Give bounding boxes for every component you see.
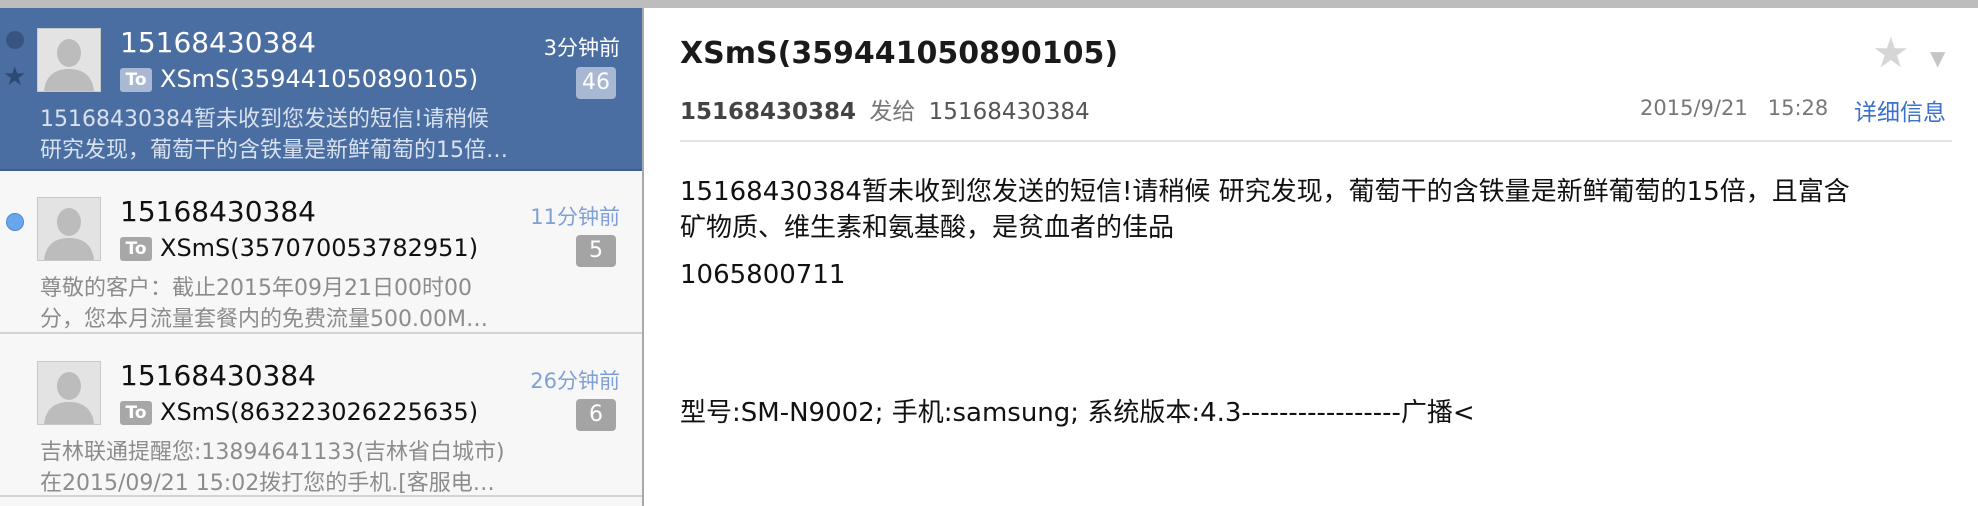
to-badge: To: [120, 237, 152, 261]
message-list-item[interactable]: 15168430384 11分钟前 To XSmS(35707005378295…: [0, 171, 642, 334]
message-timestamp: 2015/9/21 15:28: [1640, 96, 1828, 120]
header-divider: [680, 140, 1952, 142]
recipient-name: XSmS(863223026225635): [160, 398, 479, 426]
message-body-line: 矿物质、维生素和氨基酸，是贫血者的佳品: [680, 213, 1175, 243]
to-address: 15168430384: [928, 99, 1090, 125]
details-link[interactable]: 详细信息: [1854, 93, 1946, 127]
avatar: [37, 361, 101, 425]
message-subject: XSmS(359441050890105): [680, 36, 1119, 71]
message-time: 26分钟前: [530, 369, 620, 393]
message-time: 11分钟前: [530, 205, 620, 229]
message-list-item[interactable]: 15168430384 26分钟前 To XSmS(86322302622563…: [0, 334, 642, 497]
message-count-badge: 5: [576, 235, 616, 267]
message-body-line: 15168430384暂未收到您发送的短信!请稍候 研究发现，葡萄干的含铁量是新…: [680, 177, 1850, 207]
person-avatar-icon: [38, 198, 100, 260]
person-avatar-icon: [38, 362, 100, 424]
window-top-border: [0, 0, 1978, 8]
sender-name: 15168430384: [120, 359, 316, 392]
sender-name: 15168430384: [120, 26, 316, 59]
message-time: 3分钟前: [543, 36, 620, 60]
person-avatar-icon: [38, 29, 100, 91]
sender-name: 15168430384: [120, 195, 316, 228]
preview-line: 吉林联通提醒您:13894641133(吉林省白城市): [40, 440, 505, 465]
preview-line: 在2015/09/21 15:02拨打您的手机.[客服电…: [40, 471, 495, 496]
read-status-dot-icon: [6, 31, 24, 49]
preview-line: 研究发现，葡萄干的含铁量是新鲜葡萄的15倍…: [40, 138, 508, 163]
message-addresses: 15168430384 发给 15168430384: [680, 92, 1090, 126]
message-body-line: 型号:SM-N9002; 手机:samsung; 系统版本:4.3-------…: [680, 398, 1475, 428]
preview-line: 尊敬的客户：截止2015年09月21日00时00: [40, 276, 472, 301]
recipient-name: XSmS(357070053782951): [160, 234, 479, 262]
message-body-line: 1065800711: [680, 260, 846, 290]
message-list[interactable]: ★ 15168430384 3分钟前 To XSmS(3594410508901…: [0, 8, 644, 506]
preview-line: 15168430384暂未收到您发送的短信!请稍候: [40, 107, 489, 132]
sent-to-label: 发给: [869, 99, 916, 125]
to-badge: To: [120, 68, 152, 92]
preview-line: 分，您本月流量套餐内的免费流量500.00M…: [40, 307, 488, 332]
from-address: 15168430384: [680, 99, 857, 125]
message-count-badge: 6: [576, 399, 616, 431]
avatar: [37, 197, 101, 261]
to-badge: To: [120, 401, 152, 425]
chevron-down-icon[interactable]: ▼: [1930, 46, 1945, 70]
message-detail-pane: XSmS(359441050890105) ★ ▼ 15168430384 发给…: [644, 8, 1978, 506]
message-date: 2015/9/21: [1640, 96, 1748, 120]
recipient-name: XSmS(359441050890105): [160, 65, 479, 93]
star-icon[interactable]: ★: [3, 64, 26, 90]
avatar: [37, 28, 101, 92]
message-count-badge: 46: [576, 67, 616, 99]
message-time-of-day: 15:28: [1767, 96, 1829, 120]
star-icon[interactable]: ★: [1872, 32, 1910, 74]
unread-dot-icon: [6, 213, 24, 231]
message-list-item[interactable]: ★ 15168430384 3分钟前 To XSmS(3594410508901…: [0, 8, 642, 171]
